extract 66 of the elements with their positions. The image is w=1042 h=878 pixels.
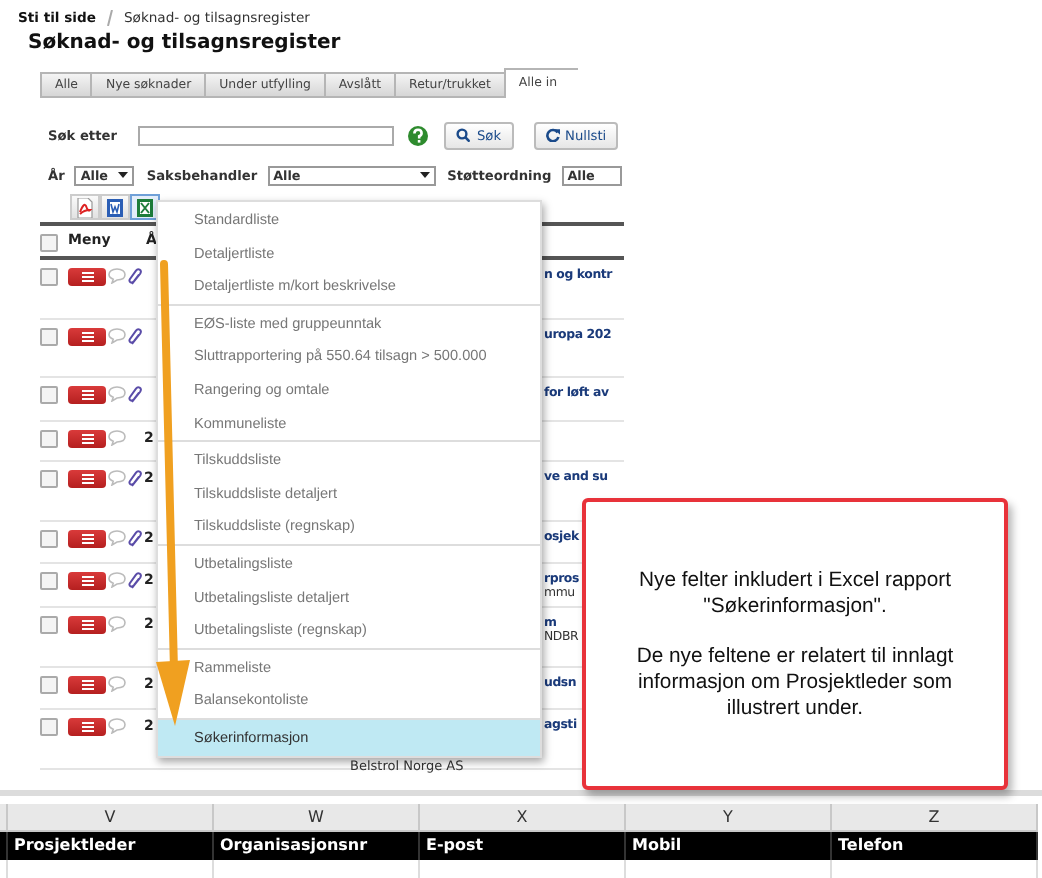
page-title: Søknad- og tilsagnsregister	[28, 30, 343, 58]
comment-icon[interactable]	[108, 718, 126, 734]
row-checkbox[interactable]	[40, 328, 58, 346]
paperclip-icon[interactable]	[128, 268, 142, 286]
row-menu-button[interactable]	[68, 328, 106, 346]
paperclip-icon[interactable]	[128, 530, 142, 548]
callout-text: Nye felter inkludert i Excel rapport "Søkerinformasjon".	[637, 567, 953, 619]
menu-icon	[81, 332, 93, 342]
row-checkbox[interactable]	[40, 572, 58, 590]
sheet-header-cell: Prosjektleder	[8, 832, 214, 860]
row-checkbox[interactable]	[40, 268, 58, 286]
row-checkbox[interactable]	[40, 470, 58, 488]
sheet-header-cell: Mobil	[626, 832, 832, 860]
paperclip-icon[interactable]	[128, 470, 142, 488]
row-menu-button[interactable]	[68, 470, 106, 488]
word-export-button[interactable]	[100, 194, 130, 220]
column-letter: Y	[626, 804, 832, 832]
search-field[interactable]	[138, 125, 395, 145]
row-menu-button[interactable]	[68, 530, 106, 548]
excel-export-button[interactable]	[130, 194, 160, 220]
row-checkbox[interactable]	[40, 530, 58, 548]
dropdown-caret-icon	[419, 172, 430, 178]
paperclip-icon[interactable]	[128, 572, 142, 590]
menu-icon	[81, 680, 93, 690]
row-menu-button[interactable]	[68, 268, 106, 286]
menu-icon	[81, 474, 93, 484]
column-letter: Z	[832, 804, 1038, 832]
dropdown-caret-icon	[118, 172, 129, 178]
row-checkbox[interactable]	[40, 386, 58, 404]
row-checkbox[interactable]	[40, 616, 58, 634]
row-menu-button[interactable]	[68, 572, 106, 590]
row-menu-button[interactable]	[68, 430, 106, 448]
pdf-export-button[interactable]	[70, 194, 100, 220]
menu-icon	[81, 576, 93, 586]
row-checkbox[interactable]	[40, 430, 58, 448]
word-icon	[106, 197, 124, 217]
column-letter: W	[214, 804, 420, 832]
sheet-header-cell: Telefon	[832, 832, 1038, 860]
comment-icon[interactable]	[108, 616, 126, 632]
menu-icon	[81, 390, 93, 400]
row-checkbox[interactable]	[40, 676, 58, 694]
menu-icon	[81, 534, 93, 544]
sheet-header-cell: Organisasjonsnr	[214, 832, 420, 860]
menu-icon	[81, 272, 93, 282]
row-checkbox[interactable]	[40, 718, 58, 736]
column-letter: X	[420, 804, 626, 832]
breadcrumb-separator-icon	[105, 10, 114, 26]
search-icon	[456, 128, 471, 142]
paperclip-icon[interactable]	[128, 328, 142, 346]
row-menu-button[interactable]	[68, 676, 106, 694]
callout-text: De nye feltene er relatert til innlagt informasjon om Prosjektleder som illustrert under.	[634, 643, 956, 721]
sheet-header-cell: E-post	[420, 832, 626, 860]
help-icon[interactable]	[408, 125, 429, 145]
row-menu-button[interactable]	[68, 718, 106, 736]
comment-icon[interactable]	[108, 676, 126, 692]
row-menu-button[interactable]	[68, 386, 106, 404]
refresh-icon	[545, 128, 560, 142]
menu-icon	[81, 722, 93, 732]
menu-icon	[81, 620, 93, 630]
header-checkbox[interactable]	[40, 234, 58, 252]
menu-icon	[81, 434, 93, 444]
comment-icon[interactable]	[108, 430, 126, 446]
row-menu-button[interactable]	[68, 616, 106, 634]
paperclip-icon[interactable]	[128, 386, 142, 404]
pdf-icon	[76, 197, 94, 217]
column-letter: V	[8, 804, 214, 832]
